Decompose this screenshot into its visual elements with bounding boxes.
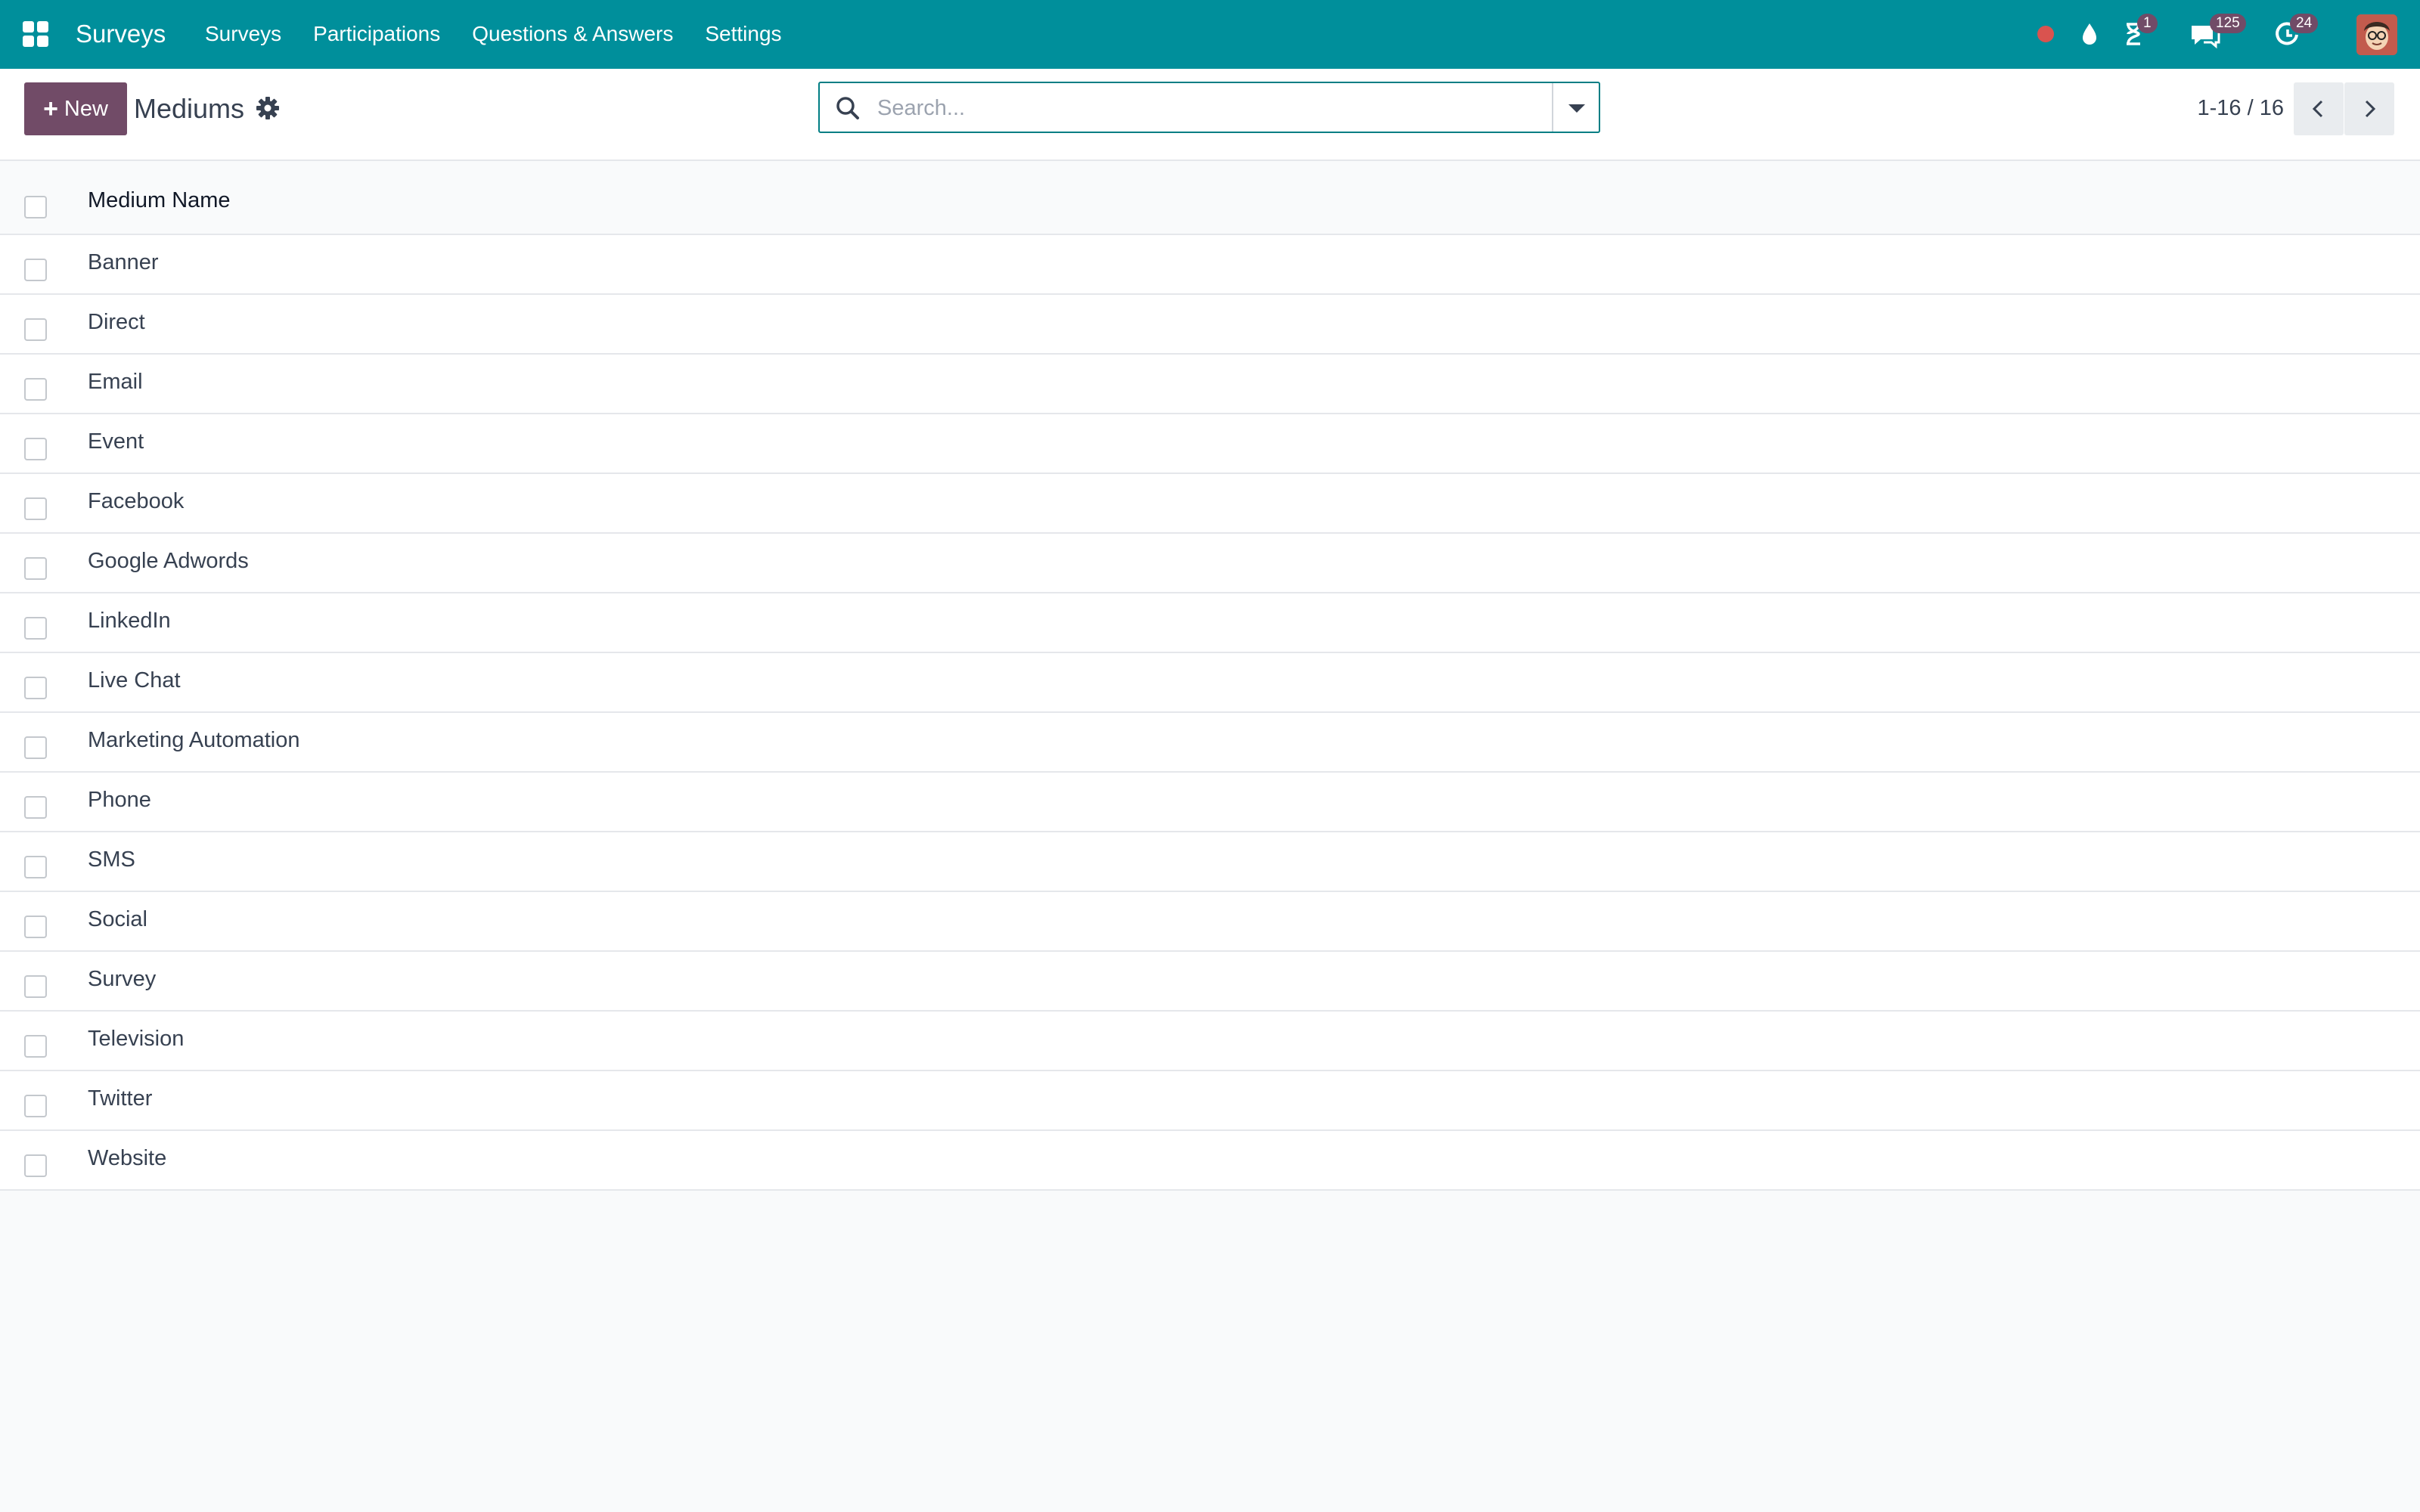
row-checkbox[interactable] bbox=[24, 497, 47, 520]
medium-name-cell[interactable]: Marketing Automation bbox=[88, 723, 299, 757]
medium-name-cell[interactable]: Facebook bbox=[88, 485, 184, 518]
table-row[interactable]: Marketing Automation bbox=[0, 713, 2420, 773]
table-row[interactable]: Website bbox=[0, 1131, 2420, 1191]
chevron-left-icon bbox=[2312, 100, 2323, 118]
table-row[interactable]: Email bbox=[0, 355, 2420, 414]
mediums-list: Medium Name Banner Direct Email Event Fa… bbox=[0, 161, 2420, 1191]
recording-dot-icon[interactable] bbox=[2027, 15, 2065, 53]
table-row[interactable]: Survey bbox=[0, 952, 2420, 1012]
page-title: Mediums bbox=[134, 93, 245, 124]
new-button-label: New bbox=[64, 96, 108, 121]
medium-name-cell[interactable]: Survey bbox=[88, 962, 156, 996]
table-row[interactable]: Live Chat bbox=[0, 653, 2420, 713]
row-checkbox[interactable] bbox=[24, 796, 47, 819]
chevron-right-icon bbox=[2365, 100, 2376, 118]
medium-name-cell[interactable]: Twitter bbox=[88, 1082, 152, 1115]
menu-item-questions-answers[interactable]: Questions & Answers bbox=[456, 17, 689, 51]
row-checkbox[interactable] bbox=[24, 1095, 47, 1117]
medium-name-cell[interactable]: Phone bbox=[88, 783, 151, 816]
search-options-toggle[interactable] bbox=[1552, 83, 1599, 132]
user-avatar[interactable] bbox=[2356, 14, 2397, 55]
table-row[interactable]: SMS bbox=[0, 832, 2420, 892]
medium-name-cell[interactable]: Website bbox=[88, 1142, 166, 1175]
menu-item-settings[interactable]: Settings bbox=[689, 17, 797, 51]
medium-name-cell[interactable]: Social bbox=[88, 903, 147, 936]
pager-next-button[interactable] bbox=[2344, 82, 2394, 135]
row-checkbox[interactable] bbox=[24, 856, 47, 878]
updates-badge: 24 bbox=[2290, 14, 2319, 33]
systray: 1 125 24 bbox=[2027, 0, 2420, 69]
row-checkbox[interactable] bbox=[24, 557, 47, 580]
row-checkbox[interactable] bbox=[24, 736, 47, 759]
column-header-medium-name[interactable]: Medium Name bbox=[88, 184, 231, 217]
water-drop-icon[interactable] bbox=[2071, 15, 2108, 53]
row-checkbox[interactable] bbox=[24, 916, 47, 938]
search-input[interactable] bbox=[876, 88, 1529, 129]
apps-menu-icon[interactable] bbox=[23, 21, 48, 47]
row-checkbox[interactable] bbox=[24, 1154, 47, 1177]
select-all-checkbox[interactable] bbox=[24, 196, 47, 218]
medium-name-cell[interactable]: Television bbox=[88, 1022, 184, 1055]
list-header: Medium Name bbox=[0, 161, 2420, 235]
pager-value[interactable]: 1-16 / 16 bbox=[2198, 91, 2284, 125]
top-navbar: Surveys Surveys Participations Questions… bbox=[0, 0, 2420, 69]
row-checkbox[interactable] bbox=[24, 617, 47, 640]
row-checkbox[interactable] bbox=[24, 1035, 47, 1058]
medium-name-cell[interactable]: LinkedIn bbox=[88, 604, 171, 637]
gear-icon[interactable] bbox=[256, 96, 280, 120]
updates-clock-icon[interactable]: 24 bbox=[2269, 14, 2319, 53]
messages-badge: 125 bbox=[2210, 14, 2246, 33]
new-button[interactable]: + New bbox=[24, 82, 127, 135]
table-row[interactable]: Phone bbox=[0, 773, 2420, 832]
medium-name-cell[interactable]: Google Adwords bbox=[88, 544, 249, 578]
table-row[interactable]: Television bbox=[0, 1012, 2420, 1071]
activity-badge: 1 bbox=[2137, 14, 2158, 33]
table-row[interactable]: Banner bbox=[0, 235, 2420, 295]
search-box bbox=[818, 82, 1600, 133]
row-checkbox[interactable] bbox=[24, 318, 47, 341]
medium-name-cell[interactable]: Live Chat bbox=[88, 664, 181, 697]
messages-icon[interactable]: 125 bbox=[2186, 14, 2246, 53]
medium-name-cell[interactable]: Direct bbox=[88, 305, 145, 339]
activity-hourglass-icon[interactable]: 1 bbox=[2114, 14, 2158, 53]
menu-item-surveys[interactable]: Surveys bbox=[189, 17, 297, 51]
medium-name-cell[interactable]: Banner bbox=[88, 246, 159, 279]
table-row[interactable]: Facebook bbox=[0, 474, 2420, 534]
medium-name-cell[interactable]: SMS bbox=[88, 843, 135, 876]
row-checkbox[interactable] bbox=[24, 677, 47, 699]
row-checkbox[interactable] bbox=[24, 438, 47, 460]
row-checkbox[interactable] bbox=[24, 975, 47, 998]
table-row[interactable]: Twitter bbox=[0, 1071, 2420, 1131]
medium-name-cell[interactable]: Event bbox=[88, 425, 144, 458]
main-menu: Surveys Participations Questions & Answe… bbox=[189, 17, 798, 51]
menu-item-participations[interactable]: Participations bbox=[297, 17, 456, 51]
table-row[interactable]: Direct bbox=[0, 295, 2420, 355]
pager-previous-button[interactable] bbox=[2294, 82, 2344, 135]
row-checkbox[interactable] bbox=[24, 259, 47, 281]
table-row[interactable]: LinkedIn bbox=[0, 593, 2420, 653]
control-panel: + New Mediums 1-16 / 16 bbox=[0, 69, 2420, 161]
app-brand[interactable]: Surveys bbox=[76, 17, 166, 51]
medium-name-cell[interactable]: Email bbox=[88, 365, 143, 398]
table-row[interactable]: Social bbox=[0, 892, 2420, 952]
plus-icon: + bbox=[43, 94, 58, 123]
row-checkbox[interactable] bbox=[24, 378, 47, 401]
table-row[interactable]: Event bbox=[0, 414, 2420, 474]
search-icon bbox=[836, 97, 859, 119]
table-row[interactable]: Google Adwords bbox=[0, 534, 2420, 593]
